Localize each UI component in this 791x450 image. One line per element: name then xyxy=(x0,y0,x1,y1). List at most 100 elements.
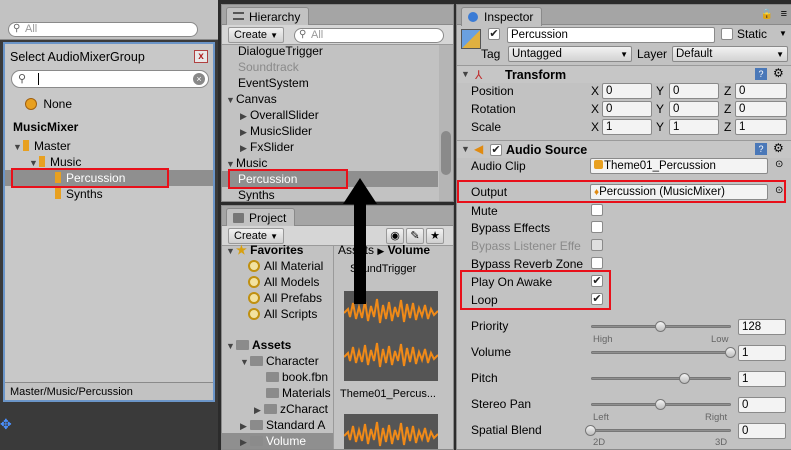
breadcrumb-volume[interactable]: Volume xyxy=(388,243,430,257)
collapse-arrow-icon[interactable]: ▶ xyxy=(240,434,250,449)
tab-project[interactable]: Project xyxy=(226,208,296,227)
transform-header[interactable]: ▼ ⅄ Transform ? ⚙ xyxy=(457,65,791,83)
hierarchy-item-canvas[interactable]: ▼Canvas xyxy=(226,91,277,107)
audio-source-header[interactable]: ▼ ◀ ✔ Audio Source ? ⚙ xyxy=(457,140,791,158)
spatial-blend-field[interactable]: 0 xyxy=(738,423,786,439)
loop-checkbox[interactable]: ✔ xyxy=(591,293,603,305)
hierarchy-item-musicslider[interactable]: ▶ MusicSlider xyxy=(240,123,312,139)
asset-book[interactable]: book.fbn xyxy=(266,369,328,385)
collapse-arrow-icon[interactable]: ▶ xyxy=(240,418,250,434)
hierarchy-item-soundtrack[interactable]: Soundtrack xyxy=(238,59,299,75)
bypass-listener-checkbox[interactable] xyxy=(591,239,603,251)
hierarchy-scrollbar[interactable] xyxy=(439,45,453,201)
tag-dropdown[interactable]: Untagged ▼ xyxy=(508,46,632,62)
close-button[interactable]: x xyxy=(194,50,208,63)
priority-slider-knob[interactable] xyxy=(655,321,666,332)
expand-arrow-icon[interactable]: ▼ xyxy=(226,338,236,354)
expand-arrow-icon[interactable]: ▼ xyxy=(13,139,23,155)
audio-clip-field[interactable]: Theme01_Percussion xyxy=(590,158,768,174)
layer-dropdown[interactable]: Default ▼ xyxy=(672,46,788,62)
help-icon[interactable]: ? xyxy=(755,68,767,80)
panel-menu-icon[interactable]: ≡ xyxy=(781,8,787,20)
hierarchy-item-music[interactable]: ▼Music xyxy=(226,155,267,171)
stereo-pan-slider-knob[interactable] xyxy=(655,399,666,410)
tab-inspector[interactable]: Inspector xyxy=(461,7,543,26)
popup-search[interactable]: ⚲ × xyxy=(11,70,209,88)
left-search-field[interactable]: ⚲ All xyxy=(8,22,198,37)
rotation-y-field[interactable]: 0 xyxy=(669,101,719,117)
pitch-field[interactable]: 1 xyxy=(738,371,786,387)
volume-slider[interactable] xyxy=(591,351,731,354)
scrollbar-thumb[interactable] xyxy=(441,131,451,175)
object-picker-icon[interactable]: ⊙ xyxy=(775,185,783,196)
collapse-arrow-icon[interactable]: ▶ xyxy=(254,402,264,418)
asset-volume[interactable]: ▶ Volume xyxy=(240,433,306,449)
hierarchy-item-synths[interactable]: Synths xyxy=(238,187,275,201)
spatial-blend-slider-knob[interactable] xyxy=(585,425,596,436)
position-y-field[interactable]: 0 xyxy=(669,83,719,99)
audio-source-enabled-checkbox[interactable]: ✔ xyxy=(490,144,502,156)
bypass-reverb-checkbox[interactable] xyxy=(591,257,603,269)
clear-search-icon[interactable]: × xyxy=(193,73,205,85)
position-z-field[interactable]: 0 xyxy=(735,83,787,99)
lock-icon[interactable]: 🔒 xyxy=(761,9,773,20)
object-name-field[interactable]: Percussion xyxy=(507,27,715,43)
hierarchy-search-field[interactable]: ⚲ All xyxy=(294,28,444,43)
expand-arrow-icon[interactable]: ▼ xyxy=(461,69,471,79)
tab-hierarchy[interactable]: Hierarchy xyxy=(226,7,310,26)
collapse-arrow-icon[interactable]: ▶ xyxy=(240,124,250,140)
settings-gear-icon[interactable]: ⚙ xyxy=(773,141,784,155)
favorite-all-materials[interactable]: All Material xyxy=(248,258,323,274)
position-x-field[interactable]: 0 xyxy=(602,83,652,99)
static-checkbox[interactable] xyxy=(721,28,733,40)
asset-materials[interactable]: Materials xyxy=(266,385,331,401)
asset-clip-name[interactable]: Theme01_Percus... xyxy=(340,388,436,400)
settings-gear-icon[interactable]: ⚙ xyxy=(773,66,784,80)
waveform-thumbnail-2[interactable] xyxy=(344,414,438,449)
object-picker-icon[interactable]: ⊙ xyxy=(775,159,783,170)
mixer-item-master[interactable]: ▼ Master xyxy=(13,138,71,154)
rotation-z-field[interactable]: 0 xyxy=(735,101,787,117)
expand-arrow-icon[interactable]: ▼ xyxy=(226,243,236,259)
static-dropdown-icon[interactable]: ▼ xyxy=(779,29,787,38)
none-option[interactable]: None xyxy=(25,96,72,112)
spatial-blend-slider[interactable] xyxy=(591,429,731,432)
scale-z-field[interactable]: 1 xyxy=(735,119,787,135)
favorite-all-scripts[interactable]: All Scripts xyxy=(248,306,317,322)
asset-character[interactable]: ▼ Character xyxy=(240,353,319,369)
collapse-arrow-icon[interactable]: ▶ xyxy=(240,140,250,156)
favorite-all-prefabs[interactable]: All Prefabs xyxy=(248,290,322,306)
mixer-item-percussion[interactable]: Percussion xyxy=(11,168,169,188)
asset-zcharacter[interactable]: ▶ zCharact xyxy=(254,401,328,417)
collapse-arrow-icon[interactable]: ▶ xyxy=(240,108,250,124)
hierarchy-item-percussion[interactable]: Percussion xyxy=(228,169,348,189)
priority-field[interactable]: 128 xyxy=(738,319,786,335)
hierarchy-item-overallslider[interactable]: ▶ OverallSlider xyxy=(240,107,319,123)
stereo-pan-field[interactable]: 0 xyxy=(738,397,786,413)
hierarchy-item-eventsystem[interactable]: EventSystem xyxy=(238,75,309,91)
help-icon[interactable]: ? xyxy=(755,143,767,155)
scale-x-field[interactable]: 1 xyxy=(602,119,652,135)
play-on-awake-checkbox[interactable]: ✔ xyxy=(591,275,603,287)
mute-checkbox[interactable] xyxy=(591,204,603,216)
expand-arrow-icon[interactable]: ▼ xyxy=(29,155,39,171)
favorites-header[interactable]: ▼★ Favorites xyxy=(226,242,303,258)
mixer-item-synths[interactable]: Synths xyxy=(55,186,103,202)
hierarchy-item-dialoguetrigger[interactable]: DialogueTrigger xyxy=(238,43,323,59)
pitch-slider[interactable] xyxy=(591,377,731,380)
rotation-x-field[interactable]: 0 xyxy=(602,101,652,117)
active-checkbox[interactable]: ✔ xyxy=(488,28,500,40)
bypass-effects-checkbox[interactable] xyxy=(591,221,603,233)
volume-field[interactable]: 1 xyxy=(738,345,786,361)
assets-header[interactable]: ▼ Assets xyxy=(226,337,291,353)
create-button[interactable]: Create ▼ xyxy=(228,27,285,43)
asset-standard-assets[interactable]: ▶ Standard A xyxy=(240,417,325,433)
scale-y-field[interactable]: 1 xyxy=(669,119,719,135)
mixer-item-music[interactable]: ▼ Music xyxy=(29,154,81,170)
hierarchy-item-fxslider[interactable]: ▶ FxSlider xyxy=(240,139,294,155)
favorite-all-models[interactable]: All Models xyxy=(248,274,319,290)
expand-arrow-icon[interactable]: ▼ xyxy=(461,144,471,154)
output-field[interactable]: ♦Percussion (MusicMixer) xyxy=(590,184,768,200)
expand-arrow-icon[interactable]: ▼ xyxy=(226,156,236,172)
pitch-slider-knob[interactable] xyxy=(678,373,690,384)
